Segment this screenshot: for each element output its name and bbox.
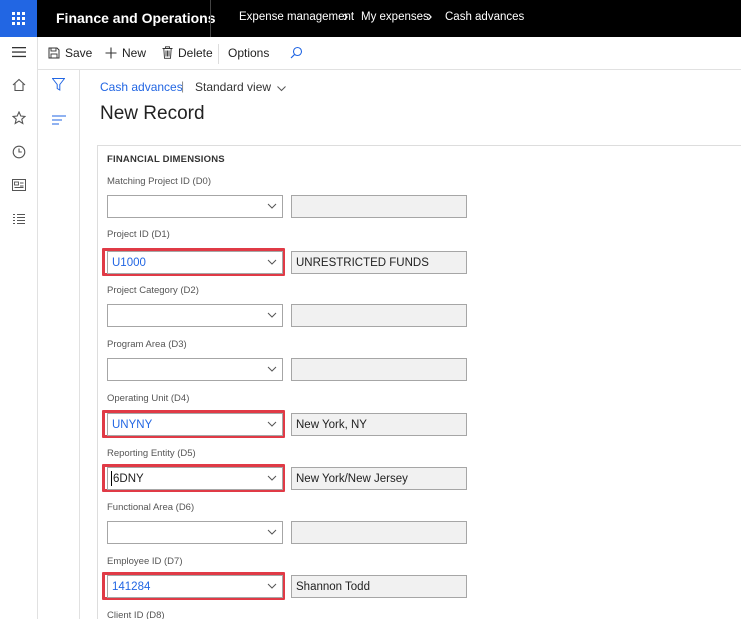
new-label: New	[122, 46, 147, 60]
chevron-down-icon[interactable]	[267, 364, 277, 374]
combo-value: 141284	[112, 581, 151, 593]
description-value: New York/New Jersey	[296, 473, 408, 485]
field-label: Operating Unit (D4)	[107, 393, 190, 404]
section-title: FINANCIAL DIMENSIONS	[107, 154, 225, 165]
breadcrumb-separator: |	[181, 79, 185, 93]
breadcrumb-cash-advances[interactable]: Cash advances	[100, 80, 183, 94]
topbar-divider	[210, 0, 211, 37]
delete-label: Delete	[178, 46, 213, 60]
description-value: Shannon Todd	[296, 581, 370, 593]
employee-id-combo[interactable]: 141284	[107, 575, 283, 598]
functional-area-combo[interactable]	[107, 521, 283, 544]
delete-button[interactable]: Delete	[162, 46, 213, 60]
chevron-down-icon[interactable]	[267, 201, 277, 211]
field-label: Employee ID (D7)	[107, 556, 183, 567]
matching-project-id-combo[interactable]	[107, 195, 283, 218]
nav-crumb-cash-advances[interactable]: Cash advances	[445, 11, 524, 23]
modules-list-icon[interactable]	[11, 211, 27, 227]
plus-icon	[105, 47, 117, 60]
top-navigation-bar: Finance and Operations Expense managemen…	[0, 0, 741, 37]
app-launcher-button[interactable]	[0, 0, 37, 37]
chevron-right-icon: ›	[343, 8, 349, 25]
hamburger-menu-icon[interactable]	[11, 44, 27, 60]
search-icon	[290, 46, 303, 60]
chevron-down-icon[interactable]	[267, 419, 277, 429]
action-divider	[218, 44, 219, 64]
chevron-down-icon[interactable]	[267, 257, 277, 267]
program-area-combo[interactable]	[107, 358, 283, 381]
combo-value: U1000	[112, 257, 146, 269]
save-icon	[48, 47, 60, 60]
workspaces-icon[interactable]	[11, 177, 27, 193]
recent-clock-icon[interactable]	[11, 144, 27, 160]
chevron-down-icon[interactable]	[267, 310, 277, 320]
new-button[interactable]: New	[105, 46, 146, 60]
field-label: Functional Area (D6)	[107, 502, 195, 513]
field-label: Client ID (D8)	[107, 610, 165, 619]
search-button[interactable]	[290, 46, 303, 60]
view-selector-label: Standard view	[195, 80, 272, 94]
field-label: Project Category (D2)	[107, 285, 199, 296]
nav-crumb-expense-management[interactable]: Expense management	[239, 11, 354, 23]
project-category-combo[interactable]	[107, 304, 283, 327]
project-category-description	[291, 304, 467, 327]
description-value: New York, NY	[296, 419, 367, 431]
reporting-entity-description: New York/New Jersey	[291, 467, 467, 490]
text-caret	[111, 471, 112, 486]
employee-id-description: Shannon Todd	[291, 575, 467, 598]
page-title: New Record	[100, 103, 205, 124]
options-button[interactable]: Options	[228, 46, 269, 60]
description-value: UNRESTRICTED FUNDS	[296, 257, 429, 269]
field-label: Project ID (D1)	[107, 229, 170, 240]
matching-project-id-description	[291, 195, 467, 218]
combo-value: UNYNY	[112, 419, 153, 431]
combo-value: 6DNY	[113, 473, 144, 485]
waffle-icon	[12, 12, 25, 25]
field-label: Reporting Entity (D5)	[107, 448, 196, 459]
favorites-star-icon[interactable]	[11, 110, 27, 126]
field-label: Program Area (D3)	[107, 339, 187, 350]
related-info-lines-icon[interactable]	[52, 112, 66, 130]
action-pane: Save New Delete Options	[38, 37, 741, 70]
reporting-entity-combo[interactable]: 6DNY	[107, 467, 283, 490]
app-title[interactable]: Finance and Operations	[56, 10, 215, 26]
nav-crumb-my-expenses[interactable]: My expenses	[361, 11, 429, 23]
chevron-right-icon: ›	[427, 8, 433, 25]
chevron-down-icon[interactable]	[267, 473, 277, 483]
save-button[interactable]: Save	[48, 46, 92, 60]
program-area-description	[291, 358, 467, 381]
project-id-combo[interactable]: U1000	[107, 251, 283, 274]
chevron-down-icon[interactable]	[267, 527, 277, 537]
save-label: Save	[65, 46, 93, 60]
field-label: Matching Project ID (D0)	[107, 176, 212, 187]
operating-unit-description: New York, NY	[291, 413, 467, 436]
functional-area-description	[291, 521, 467, 544]
navigation-rail	[0, 37, 38, 619]
trash-icon	[162, 46, 173, 60]
chevron-down-icon	[277, 81, 287, 95]
project-id-description: UNRESTRICTED FUNDS	[291, 251, 467, 274]
operating-unit-combo[interactable]: UNYNY	[107, 413, 283, 436]
options-label: Options	[228, 46, 270, 60]
filter-icon[interactable]	[51, 78, 66, 96]
view-selector[interactable]: Standard view	[195, 80, 287, 95]
chevron-down-icon[interactable]	[267, 581, 277, 591]
secondary-rail	[38, 70, 80, 619]
home-icon[interactable]	[11, 77, 27, 93]
